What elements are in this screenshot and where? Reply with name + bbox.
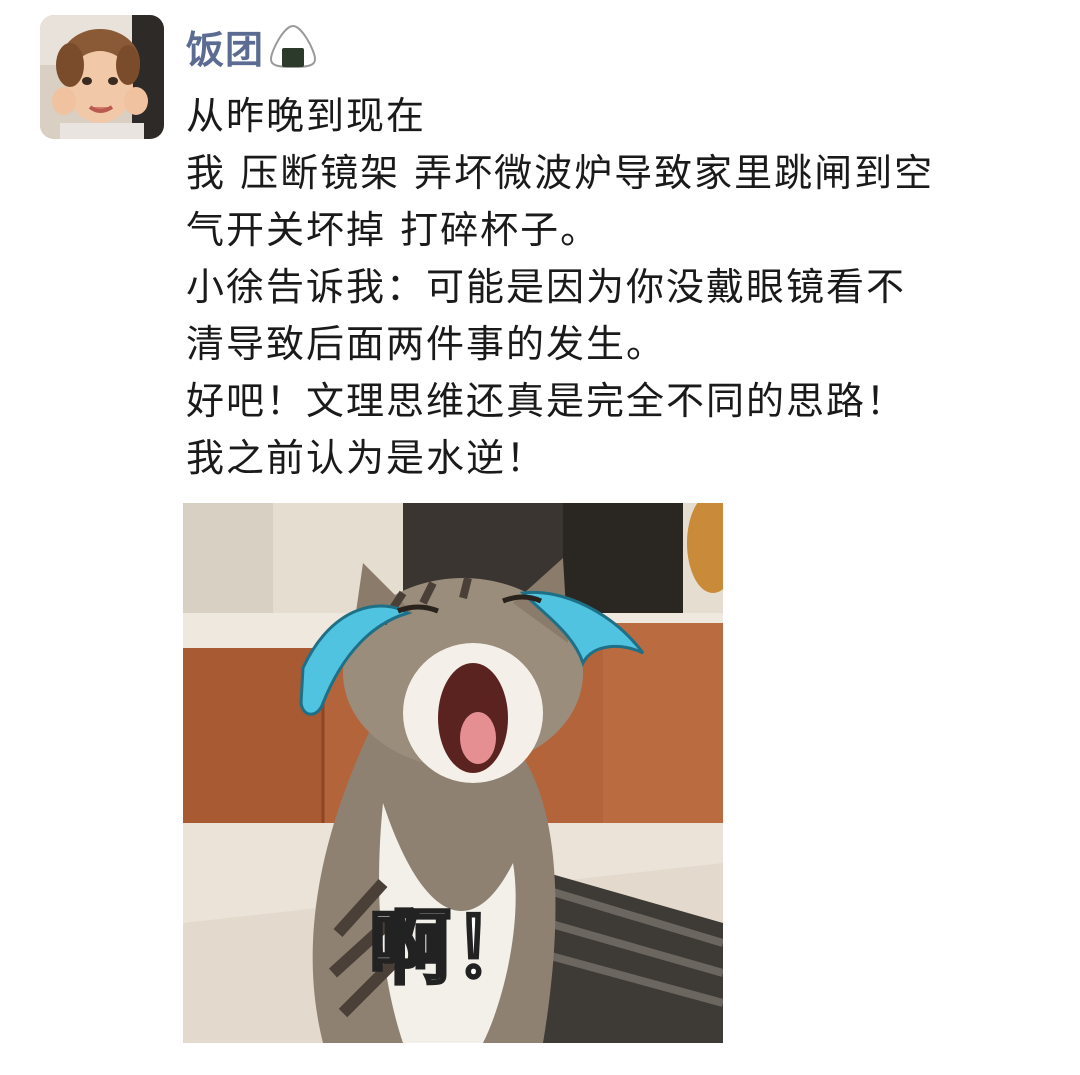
post-text-line: 从昨晚到现在 bbox=[186, 94, 427, 138]
onigiri-icon bbox=[270, 24, 317, 69]
post-text-line: 小徐告诉我：可能是因为你没戴眼镜看不 bbox=[186, 265, 907, 309]
post-image[interactable]: 啊！ bbox=[183, 503, 723, 1043]
moment-post: 饭团 从昨晚到现在 我 压断镜架 弄坏微波炉导致家里跳闸到空 气开关坏掉 打碎杯… bbox=[0, 0, 1080, 1075]
post-text: 从昨晚到现在 我 压断镜架 弄坏微波炉导致家里跳闸到空 气开关坏掉 打碎杯子。 … bbox=[186, 88, 1046, 487]
post-text-line: 气开关坏掉 打碎杯子。 bbox=[186, 208, 601, 252]
avatar[interactable] bbox=[40, 15, 164, 139]
post-text-line: 我 压断镜架 弄坏微波炉导致家里跳闸到空 bbox=[186, 151, 935, 195]
author-row: 饭团 bbox=[186, 18, 318, 74]
post-text-line: 清导致后面两件事的发生。 bbox=[186, 322, 667, 366]
post-text-line: 我之前认为是水逆！ bbox=[186, 436, 547, 480]
image-caption: 啊！ bbox=[367, 900, 537, 998]
author-name[interactable]: 饭团 bbox=[186, 19, 264, 74]
post-text-line: 好吧！文理思维还真是完全不同的思路！ bbox=[186, 379, 907, 423]
